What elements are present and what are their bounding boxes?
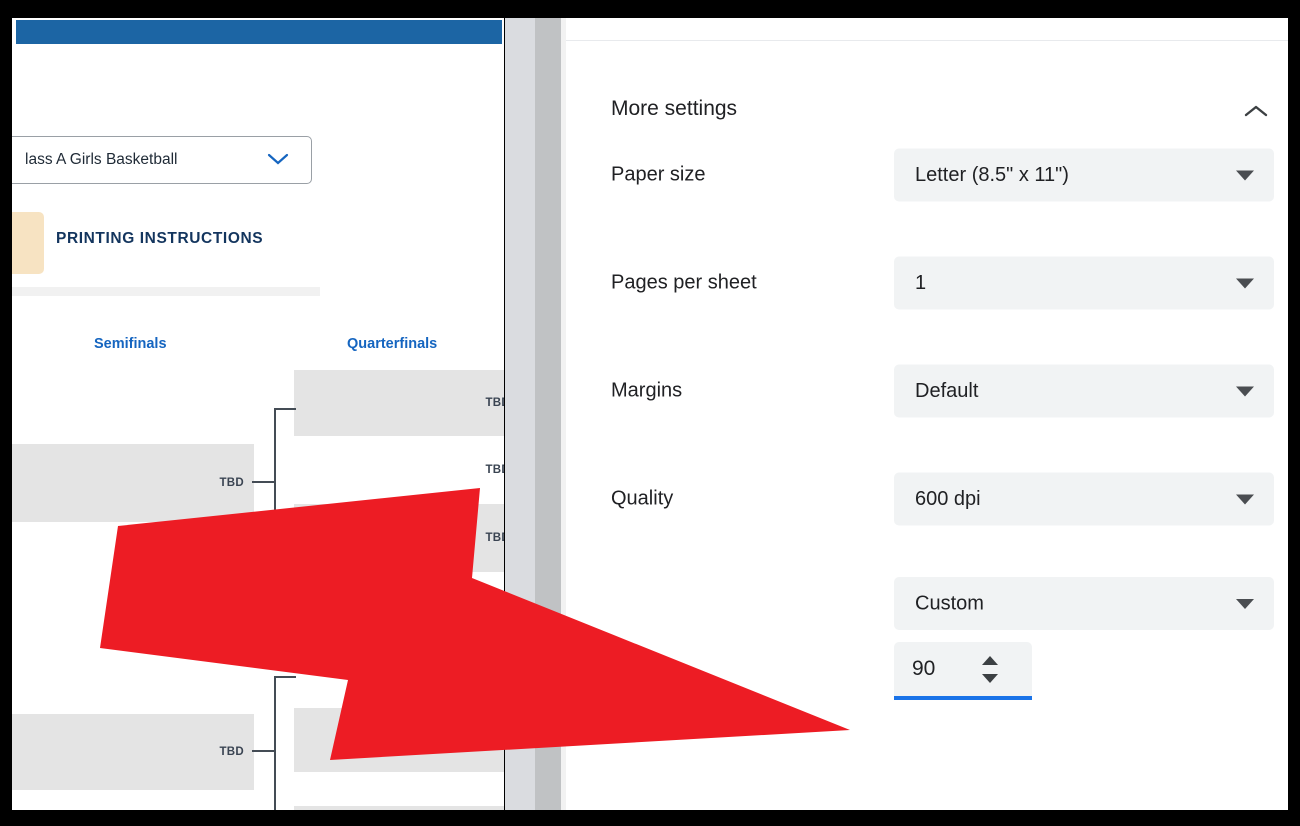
- chevron-down-icon: [1236, 278, 1254, 288]
- bracket-connector: [274, 676, 296, 678]
- bracket-connector: [274, 408, 296, 410]
- bracket-slot-label: TBD: [485, 464, 504, 476]
- bracket-connector: [274, 408, 276, 574]
- print-settings-panel: More settings Paper size Letter (8.5" x …: [566, 18, 1288, 810]
- paper-size-label: Paper size: [611, 163, 706, 186]
- bracket-connector: [274, 676, 276, 810]
- setting-row-margins: Margins Default: [566, 360, 1288, 422]
- arrow-up-icon[interactable]: [982, 656, 998, 665]
- quality-select[interactable]: 600 dpi: [894, 472, 1274, 526]
- bracket-round-title-semifinals: Semifinals: [94, 336, 167, 352]
- scale-value: Custom: [915, 592, 984, 614]
- setting-row-paper-size: Paper size Letter (8.5" x 11"): [566, 144, 1288, 206]
- bracket-round-title-quarterfinals: Quarterfinals: [347, 336, 438, 352]
- panel-divider: [566, 40, 1288, 41]
- scale-select[interactable]: Custom: [894, 577, 1274, 630]
- chevron-down-icon: [1236, 170, 1254, 180]
- bracket-slot: TBD: [294, 436, 504, 504]
- bracket-slot-label: TBD: [485, 397, 504, 409]
- chevron-down-icon: [1236, 598, 1254, 609]
- chevron-down-icon: [267, 153, 289, 165]
- setting-row-pages-per-sheet: Pages per sheet 1: [566, 252, 1288, 314]
- arrow-down-icon[interactable]: [982, 674, 998, 683]
- bracket-slot-label: TBD: [219, 746, 244, 758]
- bracket-slot: TBD: [294, 708, 504, 772]
- pages-per-sheet-value: 1: [915, 271, 927, 294]
- paper-size-select[interactable]: Letter (8.5" x 11"): [894, 148, 1274, 202]
- margins-select[interactable]: Default: [894, 364, 1274, 418]
- document-divider: [12, 287, 320, 296]
- bracket-slot: TBD: [12, 444, 254, 522]
- bracket-connector: [252, 750, 276, 752]
- bracket-slot: TBD: [294, 370, 504, 436]
- preview-scrollbar-track[interactable]: [505, 18, 535, 810]
- quality-label: Quality: [611, 487, 674, 510]
- class-selector-value: lass A Girls Basketball: [25, 151, 178, 168]
- custom-scale-stepper[interactable]: 90: [894, 642, 1032, 700]
- bracket-slot: TBD: [294, 806, 504, 810]
- instructions-banner-accent: [12, 212, 44, 274]
- chevron-down-icon: [1236, 494, 1254, 504]
- document-sheet: lass A Girls Basketball PRINTING INSTRUC…: [12, 44, 504, 810]
- bracket-slot-label: TBD: [485, 734, 504, 746]
- preview-scrollbar-thumb[interactable]: [535, 18, 561, 810]
- bracket-slot: TBD: [294, 504, 504, 572]
- more-settings-section-header[interactable]: More settings: [566, 80, 1288, 144]
- setting-row-quality: Quality 600 dpi: [566, 468, 1288, 530]
- screenshot-root: lass A Girls Basketball PRINTING INSTRUC…: [0, 0, 1300, 826]
- bracket-slot-label: TBD: [485, 532, 504, 544]
- pages-per-sheet-label: Pages per sheet: [611, 271, 757, 294]
- class-selector-dropdown[interactable]: lass A Girls Basketball: [12, 136, 312, 184]
- paper-size-value: Letter (8.5" x 11"): [915, 163, 1069, 186]
- margins-label: Margins: [611, 379, 683, 402]
- custom-scale-input-value[interactable]: 90: [912, 657, 935, 681]
- bracket-connector: [274, 572, 296, 574]
- printing-instructions-heading: PRINTING INSTRUCTIONS: [56, 230, 264, 247]
- print-preview-document[interactable]: lass A Girls Basketball PRINTING INSTRUC…: [12, 18, 504, 810]
- bracket-slot-label: TBD: [219, 477, 244, 489]
- chevron-up-icon[interactable]: [1242, 102, 1270, 120]
- bracket-connector: [252, 481, 276, 483]
- chevron-down-icon: [1236, 386, 1254, 396]
- margins-value: Default: [915, 379, 979, 402]
- more-settings-title: More settings: [611, 97, 738, 120]
- bracket-slot: [294, 772, 504, 810]
- pages-per-sheet-select[interactable]: 1: [894, 256, 1274, 310]
- document-header-bar: [16, 20, 502, 44]
- quality-value: 600 dpi: [915, 487, 981, 510]
- bracket-slot: TBD: [12, 714, 254, 790]
